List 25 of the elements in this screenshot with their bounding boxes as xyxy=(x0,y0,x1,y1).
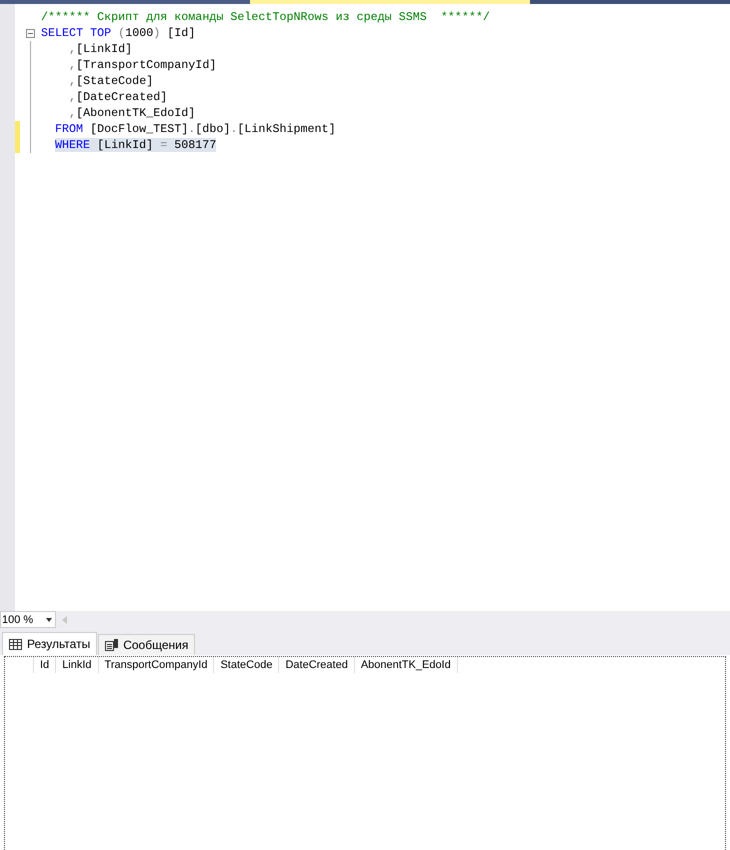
code-line: FROM [DocFlow_TEST].[dbo].[LinkShipment] xyxy=(55,122,336,136)
column-header[interactable]: AbonentTK_EdoId xyxy=(354,657,458,673)
column-header[interactable]: TransportCompanyId xyxy=(98,657,214,673)
column-header[interactable]: DateCreated xyxy=(279,657,355,673)
column-header[interactable]: Id xyxy=(34,657,56,673)
grid-icon xyxy=(9,638,22,650)
code-line: SELECT TOP (1000) [Id] xyxy=(41,26,196,40)
document-tab[interactable] xyxy=(250,0,530,4)
code-line: ,[TransportCompanyId] xyxy=(68,58,216,72)
scroll-left-icon[interactable] xyxy=(62,616,67,624)
document-icon xyxy=(105,639,118,651)
code-line: ,[AbonentTK_EdoId] xyxy=(68,106,196,120)
document-tab[interactable] xyxy=(530,0,730,4)
code-line: /****** Скрипт для команды SelectTopNRows из среды SSMS ******/ xyxy=(41,10,490,24)
column-header[interactable]: LinkId xyxy=(56,657,99,673)
column-header[interactable]: StateCode xyxy=(214,657,280,673)
code-line: ,[LinkId] xyxy=(68,42,132,56)
results-tab[interactable]: Результаты xyxy=(2,632,98,655)
code-line: ,[DateCreated] xyxy=(68,90,168,104)
document-tab[interactable] xyxy=(0,0,250,4)
code-line: ,[StateCode] xyxy=(68,74,154,88)
caret-icon xyxy=(46,618,52,622)
zoom-dropdown[interactable]: 100 % xyxy=(0,611,56,628)
results-tab[interactable]: Сообщения xyxy=(98,634,196,655)
collapse-icon[interactable] xyxy=(26,28,35,38)
